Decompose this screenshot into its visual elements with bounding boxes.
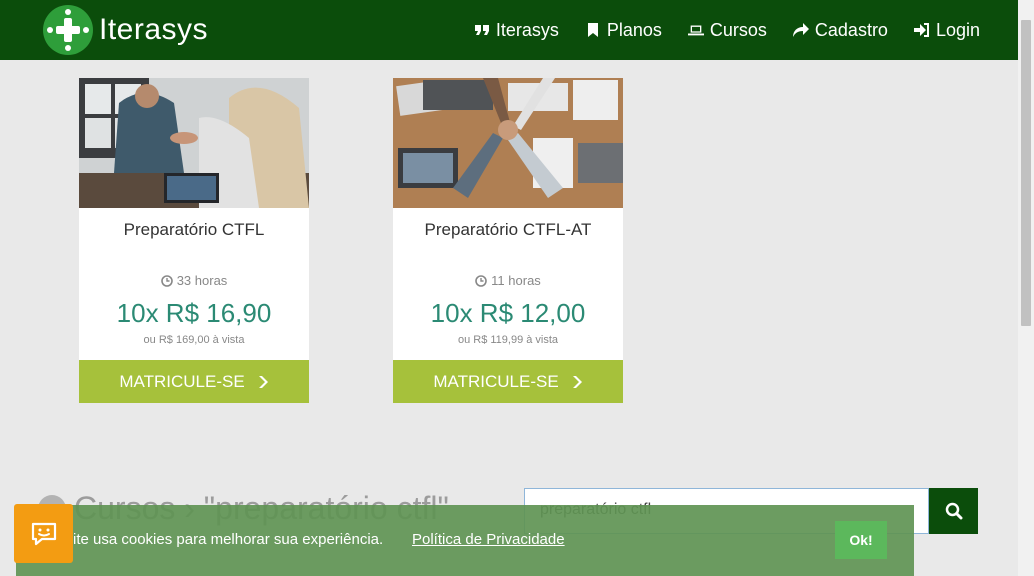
course-image-teamwork[interactable] — [393, 78, 623, 208]
privacy-policy-link[interactable]: Política de Privacidade — [412, 531, 565, 548]
navbar: Iterasys Iterasys Planos Cursos Cadastro… — [0, 0, 1018, 60]
course-price: 10x R$ 12,00 — [430, 298, 586, 328]
cookie-ok-button[interactable]: Ok! — [835, 521, 887, 559]
sign-in-icon — [913, 23, 929, 37]
cookie-banner: ite usa cookies para melhorar sua experi… — [16, 505, 914, 576]
page-scrollbar[interactable] — [1018, 0, 1034, 576]
brand-name: Iterasys — [99, 13, 209, 46]
course-image-handshake[interactable] — [79, 78, 309, 208]
brand-logo[interactable]: Iterasys — [43, 5, 208, 55]
chat-icon — [31, 522, 56, 545]
search-icon — [945, 502, 962, 520]
bookmark-icon — [587, 23, 598, 37]
course-hours: 11 horas — [393, 273, 623, 288]
chat-widget-button[interactable] — [14, 504, 73, 563]
search-button[interactable] — [929, 488, 978, 534]
chevron-right-icon — [572, 375, 582, 388]
course-cash-price: ou R$ 169,00 à vista — [143, 334, 245, 346]
share-icon — [792, 23, 809, 37]
clock-icon — [475, 274, 487, 287]
nav-item-login[interactable]: Login — [913, 20, 980, 41]
course-hours: 33 horas — [79, 273, 309, 288]
course-cash-price: ou R$ 119,99 à vista — [457, 334, 559, 346]
course-card[interactable]: Preparatório CTFL-AT 11 horas 10x R$ 12,… — [393, 78, 623, 403]
clock-icon — [160, 274, 173, 287]
nav-item-cadastro[interactable]: Cadastro — [792, 20, 888, 41]
main-nav: Iterasys Planos Cursos Cadastro Login — [474, 0, 980, 60]
enroll-button[interactable]: MATRICULE-SE — [79, 360, 309, 403]
iterasys-logo-icon — [43, 5, 93, 55]
chevron-right-icon — [258, 375, 268, 388]
nav-item-planos[interactable]: Planos — [585, 20, 662, 41]
nav-item-cursos[interactable]: Cursos — [687, 20, 767, 41]
course-price: 10x R$ 16,90 — [116, 298, 272, 328]
nav-item-iterasys[interactable]: Iterasys — [474, 20, 559, 41]
quote-icon — [474, 25, 489, 35]
course-title: Preparatório CTFL — [123, 220, 265, 239]
enroll-button[interactable]: MATRICULE-SE — [393, 360, 623, 403]
laptop-icon — [687, 25, 704, 36]
course-card[interactable]: Preparatório CTFL 33 horas 10x R$ 16,90 … — [79, 78, 309, 403]
course-title: Preparatório CTFL-AT — [424, 220, 592, 239]
cookie-message: ite usa cookies para melhorar sua experi… — [73, 531, 384, 548]
scrollbar-thumb[interactable] — [1021, 20, 1031, 326]
